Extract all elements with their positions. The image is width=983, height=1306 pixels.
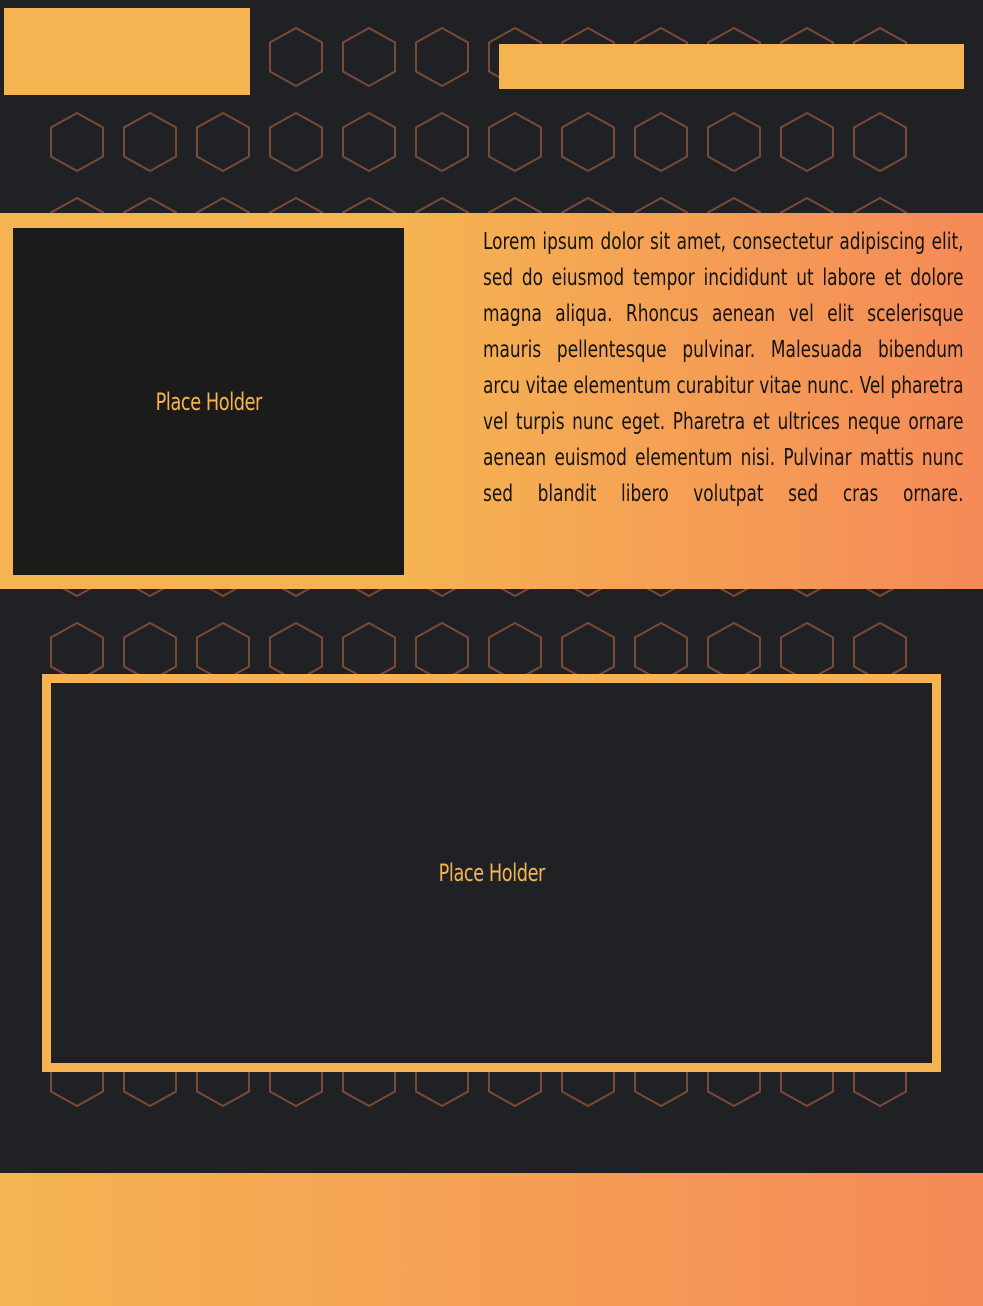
hexagon-outline-icon: [123, 621, 177, 683]
header-title-bar: [499, 44, 964, 89]
hexagon-outline-icon: [50, 111, 104, 173]
hexagon-outline-icon: [269, 26, 323, 88]
hexagon-outline-icon: [269, 621, 323, 683]
feature-image-placeholder-label: Place Holder: [155, 387, 262, 416]
hexagon-outline-icon: [561, 111, 615, 173]
hexagon-outline-icon: [196, 621, 250, 683]
hexagon-outline-icon: [342, 621, 396, 683]
hexagon-outline-icon: [342, 111, 396, 173]
hexagon-outline-icon: [415, 26, 469, 88]
page: Place Holder Lorem ipsum dolor sit amet,…: [0, 0, 983, 1306]
hexagon-outline-icon: [853, 111, 907, 173]
hexagon-outline-icon: [634, 111, 688, 173]
gallery-image-placeholder: Place Holder: [42, 674, 941, 1072]
hexagon-outline-icon: [415, 111, 469, 173]
hexagon-outline-icon: [123, 111, 177, 173]
hexagon-outline-icon: [488, 621, 542, 683]
hexagon-outline-icon: [196, 111, 250, 173]
hexagon-outline-icon: [561, 621, 615, 683]
hexagon-outline-icon: [780, 621, 834, 683]
hexagon-pattern-background: [50, 26, 907, 1108]
hexagon-outline-icon: [780, 111, 834, 173]
hexagon-outline-icon: [634, 621, 688, 683]
hexagon-outline-icon: [853, 621, 907, 683]
feature-image-placeholder: Place Holder: [13, 228, 404, 575]
hexagon-outline-icon: [707, 621, 761, 683]
hexagon-outline-icon: [269, 111, 323, 173]
footer-band: [0, 1173, 983, 1306]
hexagon-outline-icon: [50, 621, 104, 683]
feature-paragraph: Lorem ipsum dolor sit amet, consectetur …: [483, 224, 964, 512]
feature-paragraph-text: Lorem ipsum dolor sit amet, consectetur …: [483, 229, 964, 507]
header-logo-block: [4, 8, 250, 95]
hexagon-outline-icon: [707, 111, 761, 173]
hexagon-outline-icon: [415, 621, 469, 683]
hexagon-outline-icon: [488, 111, 542, 173]
gallery-image-placeholder-label: Place Holder: [438, 859, 545, 887]
hexagon-outline-icon: [342, 26, 396, 88]
